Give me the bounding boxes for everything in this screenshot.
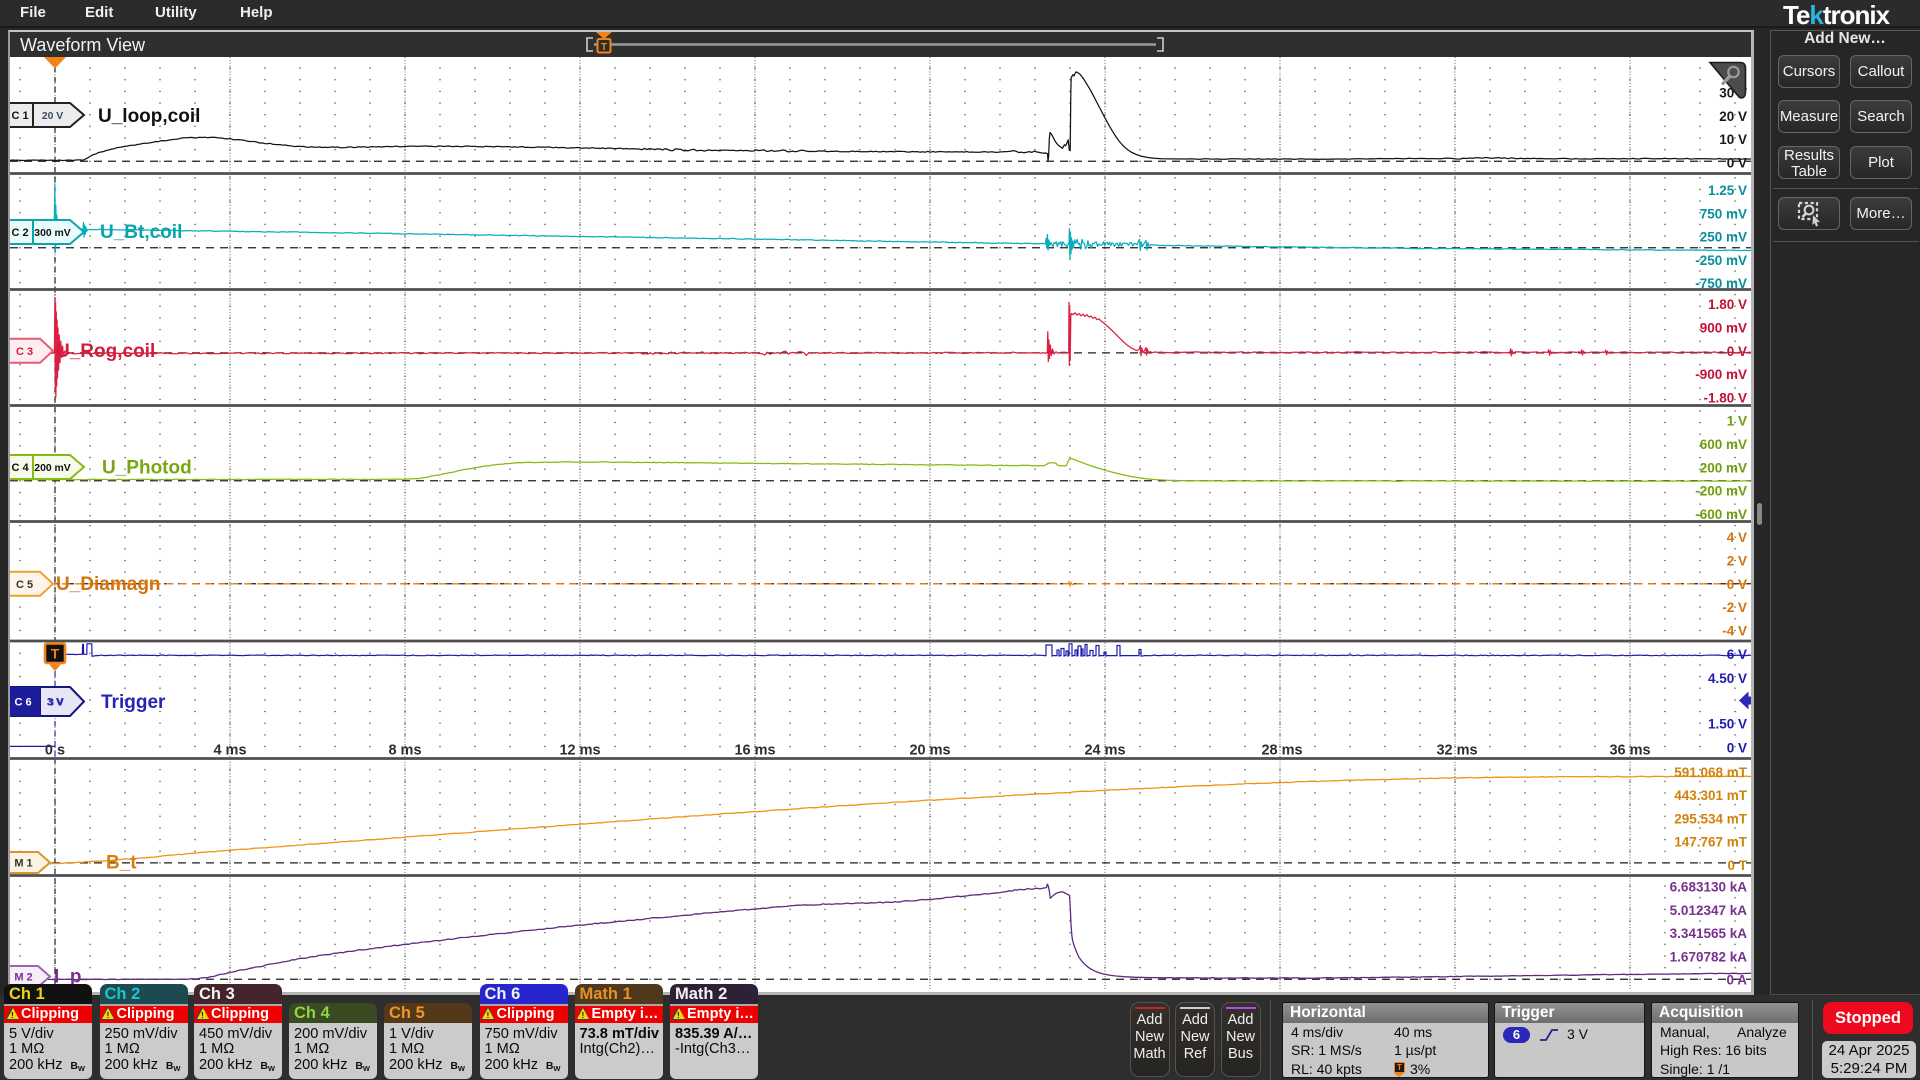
- svg-text:200 mV: 200 mV: [34, 463, 70, 474]
- svg-text:B_t: B_t: [106, 852, 137, 873]
- svg-text:147.767 mT: 147.767 mT: [1674, 834, 1748, 849]
- svg-text:-750 mV: -750 mV: [1695, 276, 1747, 291]
- svg-text:M 1: M 1: [14, 857, 32, 869]
- svg-text:-250 mV: -250 mV: [1695, 252, 1747, 267]
- svg-text:U_Rog,coil: U_Rog,coil: [56, 341, 155, 362]
- svg-text:C 5: C 5: [16, 578, 33, 590]
- svg-text:U_Photod: U_Photod: [102, 457, 192, 478]
- svg-text:3.341565 kA: 3.341565 kA: [1670, 926, 1748, 941]
- svg-text:32 ms: 32 ms: [1436, 742, 1477, 758]
- svg-text:4 V: 4 V: [1727, 530, 1747, 545]
- svg-text:6 V: 6 V: [1727, 647, 1747, 662]
- svg-text:6.683130 kA: 6.683130 kA: [1670, 879, 1748, 894]
- svg-text:3 V: 3 V: [47, 696, 64, 708]
- svg-text:-4 V: -4 V: [1722, 623, 1747, 638]
- svg-text:4.50 V: 4.50 V: [1708, 670, 1747, 685]
- svg-text:36 ms: 36 ms: [1609, 742, 1650, 758]
- svg-text:300 mV: 300 mV: [34, 228, 70, 239]
- svg-text:0 A: 0 A: [1726, 972, 1747, 987]
- svg-text:295.534 mT: 295.534 mT: [1674, 811, 1748, 826]
- svg-text:C 4: C 4: [11, 462, 29, 474]
- svg-text:20 V: 20 V: [1719, 108, 1747, 123]
- svg-text:5.012347 kA: 5.012347 kA: [1670, 902, 1748, 917]
- svg-text:600 mV: 600 mV: [1700, 437, 1747, 452]
- svg-text:20 V: 20 V: [42, 111, 63, 122]
- svg-text:10 V: 10 V: [1719, 132, 1747, 147]
- svg-text:C 6: C 6: [14, 696, 31, 708]
- svg-text:-200 mV: -200 mV: [1695, 483, 1747, 498]
- svg-text:0 T: 0 T: [1727, 858, 1747, 873]
- svg-text:0 V: 0 V: [1727, 576, 1747, 591]
- svg-text:28 ms: 28 ms: [1261, 742, 1302, 758]
- svg-text:C 1: C 1: [11, 110, 28, 122]
- svg-text:-900 mV: -900 mV: [1695, 367, 1747, 382]
- svg-text:U_Diamagn: U_Diamagn: [56, 574, 161, 595]
- svg-text:1.80 V: 1.80 V: [1708, 297, 1747, 312]
- svg-text:1.50 V: 1.50 V: [1708, 716, 1747, 731]
- svg-text:M 2: M 2: [14, 971, 32, 983]
- svg-text:U_Bt,coil: U_Bt,coil: [100, 222, 182, 243]
- svg-text:0 V: 0 V: [1727, 740, 1747, 755]
- svg-text:1.670782 kA: 1.670782 kA: [1670, 949, 1748, 964]
- svg-text:U_loop,coil: U_loop,coil: [98, 106, 200, 127]
- svg-text:T: T: [601, 40, 608, 52]
- svg-text:900 mV: 900 mV: [1700, 320, 1747, 335]
- svg-text:0 V: 0 V: [1727, 343, 1747, 358]
- svg-text:-600 mV: -600 mV: [1695, 506, 1747, 521]
- svg-text:8 ms: 8 ms: [388, 742, 421, 758]
- svg-text:2 V: 2 V: [1727, 553, 1747, 568]
- svg-text:-1.80 V: -1.80 V: [1703, 390, 1747, 405]
- svg-text:12 ms: 12 ms: [559, 742, 600, 758]
- svg-text:4 ms: 4 ms: [213, 742, 246, 758]
- svg-text:C 2: C 2: [11, 227, 28, 239]
- svg-text:C 3: C 3: [16, 345, 33, 357]
- svg-text:0 s: 0 s: [45, 742, 65, 758]
- svg-text:591.068 mT: 591.068 mT: [1674, 764, 1748, 779]
- svg-text:-2 V: -2 V: [1722, 600, 1747, 615]
- svg-text:16 ms: 16 ms: [734, 742, 775, 758]
- svg-text:24 ms: 24 ms: [1084, 742, 1125, 758]
- svg-text:T: T: [51, 646, 60, 661]
- svg-text:20 ms: 20 ms: [909, 742, 950, 758]
- svg-text:Trigger: Trigger: [101, 692, 166, 713]
- svg-text:0 V: 0 V: [1727, 155, 1747, 170]
- svg-text:750 mV: 750 mV: [1700, 206, 1747, 221]
- svg-text:250 mV: 250 mV: [1700, 229, 1747, 244]
- svg-text:1.25 V: 1.25 V: [1708, 183, 1747, 198]
- svg-text:1 V: 1 V: [1727, 413, 1747, 428]
- svg-text:443.301 mT: 443.301 mT: [1674, 788, 1748, 803]
- svg-text:200 mV: 200 mV: [1700, 460, 1747, 475]
